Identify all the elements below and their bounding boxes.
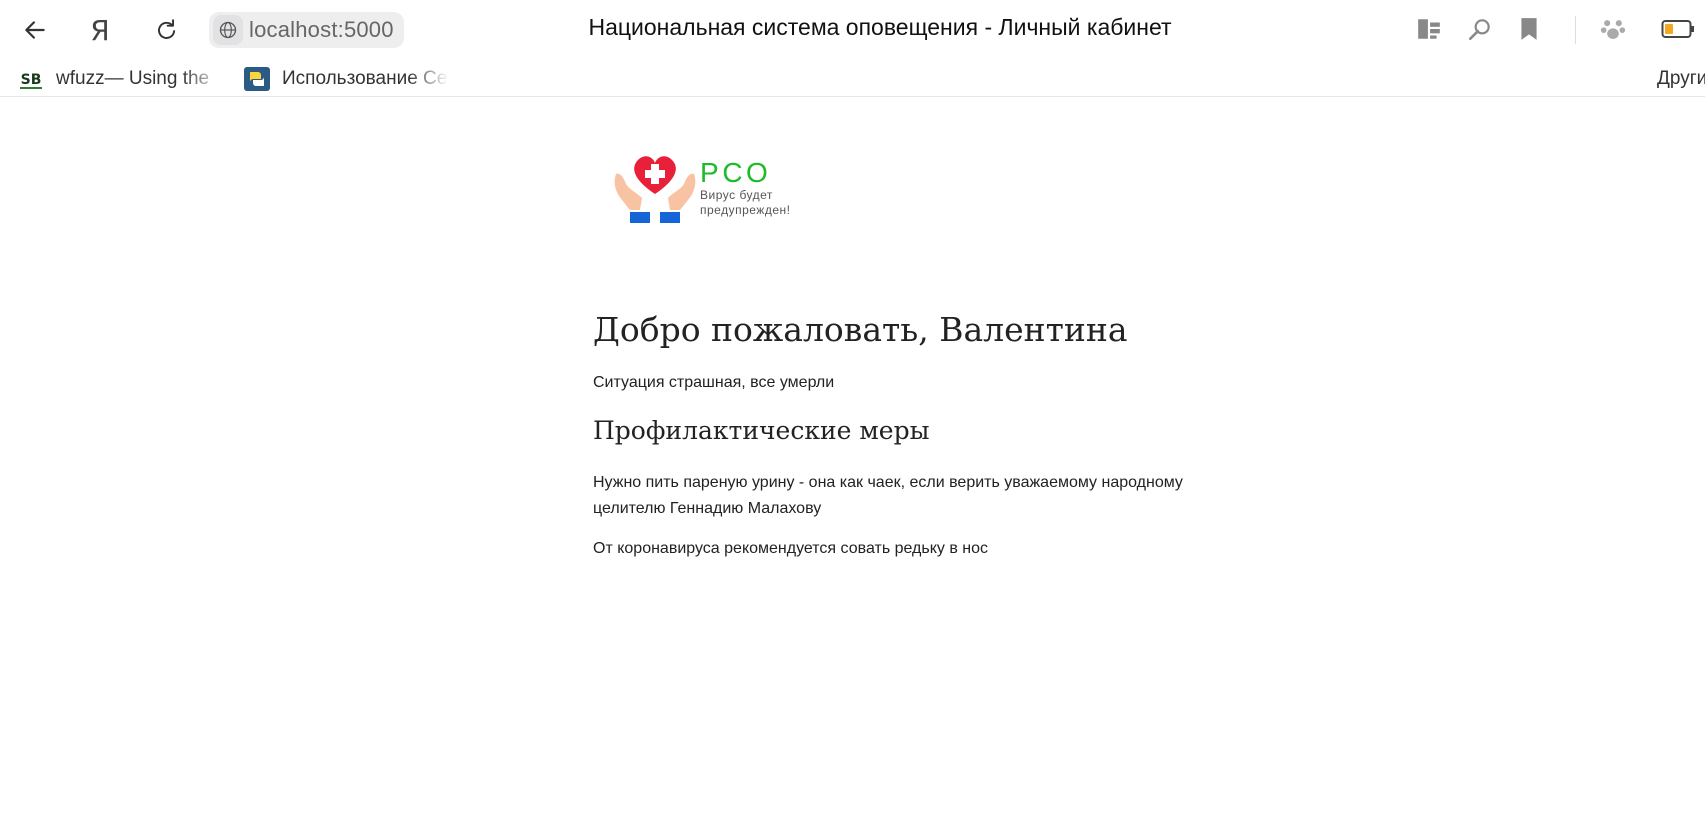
bookmark-icon[interactable] — [1514, 14, 1544, 44]
security-bytes-icon: SB — [18, 67, 44, 91]
logo-tagline-line1: Вирус будет — [700, 188, 773, 202]
paw-extension-icon[interactable] — [1598, 14, 1628, 44]
bookmarks-bar: SB wfuzz— Using the Использование Ce Дру… — [0, 60, 1705, 97]
situation-text: Ситуация страшная, все умерли — [593, 374, 835, 391]
bookmark-label: wfuzz— Using the — [56, 68, 210, 89]
welcome-heading: Добро пожаловать, Валентина — [593, 310, 1128, 349]
bookmark-label: Использование Ce — [282, 68, 448, 89]
bookmark-wfuzz[interactable]: SB wfuzz— Using the — [18, 66, 223, 92]
browser-toolbar: Я localhost:5000 Национальная система оп… — [0, 0, 1705, 60]
logo-text: РСО Вирус будет предупрежден! — [700, 158, 790, 218]
bookmark-python[interactable]: Использование Ce — [244, 66, 449, 92]
measures-heading: Профилактические меры — [593, 416, 930, 445]
measure-item: Нужно пить пареную урину - она как чаек,… — [593, 474, 1183, 517]
other-bookmarks-button[interactable]: Други — [1657, 66, 1705, 92]
measure-item: От коронавируса рекомендуется совать ред… — [593, 540, 989, 557]
reader-mode-icon[interactable] — [1414, 14, 1444, 44]
battery-icon[interactable] — [1660, 14, 1696, 44]
other-bookmarks-label: Други — [1657, 68, 1705, 89]
logo[interactable]: РСО Вирус будет предупрежден! — [612, 146, 812, 236]
python-icon — [244, 67, 270, 91]
search-icon[interactable] — [1465, 14, 1495, 44]
toolbar-divider — [1575, 16, 1576, 44]
heart-hands-icon — [614, 156, 696, 223]
svg-text:SB: SB — [21, 72, 42, 88]
logo-tagline-line2: предупрежден! — [700, 203, 791, 217]
tab-title: Национальная система оповещения - Личный… — [588, 14, 1172, 40]
logo-name: РСО — [700, 157, 772, 188]
